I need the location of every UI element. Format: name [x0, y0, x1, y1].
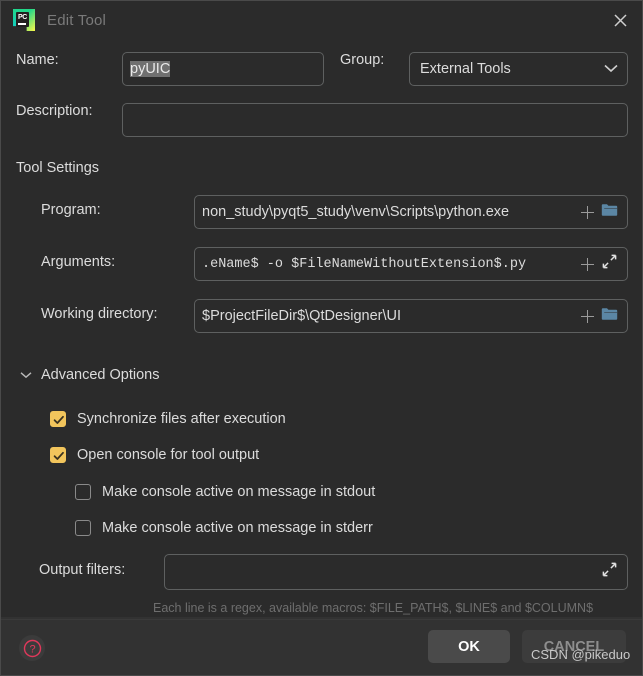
cancel-button[interactable]: CANCEL — [522, 630, 626, 663]
plus-icon — [580, 309, 594, 323]
advanced-options-toggle[interactable]: Advanced Options — [20, 367, 160, 383]
arguments-insert-macro-button[interactable] — [576, 252, 598, 276]
checkbox-indicator-checked — [50, 411, 66, 427]
expand-arrows-icon — [602, 254, 617, 274]
arguments-expand-button[interactable] — [598, 252, 620, 276]
working-directory-browse-button[interactable] — [598, 304, 620, 328]
description-label-wrap: Description: — [16, 103, 93, 119]
working-directory-input-value: $ProjectFileDir$\QtDesigner\UI — [202, 308, 402, 324]
tool-settings-heading: Tool Settings — [16, 160, 100, 176]
working-directory-insert-macro-button[interactable] — [576, 304, 598, 328]
footer-divider — [1, 619, 642, 620]
working-directory-label-wrap: Working directory: — [41, 306, 158, 322]
output-filters-label: Output filters: — [39, 562, 126, 578]
pycharm-icon-label: PC — [18, 14, 27, 21]
description-input[interactable] — [122, 103, 628, 137]
checkbox-open-console-for-tool-output[interactable]: Open console for tool output — [50, 447, 259, 463]
name-label-wrap: Name: — [16, 52, 59, 68]
group-label: Group: — [340, 52, 385, 68]
program-input-value: non_study\pyqt5_study\venv\Scripts\pytho… — [202, 204, 510, 220]
working-directory-label: Working directory: — [41, 306, 158, 322]
group-select-value: External Tools — [420, 61, 511, 77]
checkbox-label: Open console for tool output — [77, 447, 260, 463]
description-label: Description: — [16, 103, 93, 119]
group-label-wrap: Group: — [340, 52, 384, 68]
plus-icon — [580, 257, 594, 271]
folder-icon — [601, 203, 618, 222]
arguments-label-wrap: Arguments: — [41, 254, 115, 270]
chevron-down-icon — [20, 371, 32, 379]
output-filters-label-wrap: Output filters: — [39, 562, 125, 578]
checkbox-label: Synchronize files after execution — [77, 411, 286, 427]
arguments-label: Arguments: — [41, 254, 116, 270]
checkbox-label: Make console active on message in stderr — [102, 520, 373, 536]
dialog-titlebar: PC Edit Tool — [1, 1, 642, 39]
program-input[interactable]: non_study\pyqt5_study\venv\Scripts\pytho… — [194, 195, 628, 229]
svg-text:?: ? — [29, 643, 35, 655]
expand-arrows-icon — [602, 562, 617, 582]
checkbox-indicator-unchecked — [75, 484, 91, 500]
ok-button[interactable]: OK — [428, 630, 510, 663]
program-browse-button[interactable] — [598, 200, 620, 224]
plus-icon — [580, 205, 594, 219]
output-filters-hint: Each line is a regex, available macros: … — [153, 601, 594, 615]
checkbox-indicator-unchecked — [75, 520, 91, 536]
advanced-options-label: Advanced Options — [41, 367, 160, 383]
program-label: Program: — [41, 202, 101, 218]
arguments-input-value: .eName$ -o $FileNameWithoutExtension$.py — [202, 256, 527, 272]
help-question-icon[interactable]: ? — [19, 635, 45, 661]
close-icon[interactable] — [606, 7, 634, 33]
working-directory-input[interactable]: $ProjectFileDir$\QtDesigner\UI — [194, 299, 628, 333]
checkbox-indicator-checked — [50, 447, 66, 463]
group-select[interactable]: External Tools — [409, 52, 628, 86]
checkbox-sync-files-after-execution[interactable]: Synchronize files after execution — [50, 411, 286, 427]
program-label-wrap: Program: — [41, 202, 101, 218]
name-label: Name: — [16, 52, 59, 68]
chevron-down-icon — [604, 60, 618, 78]
output-filters-expand-button[interactable] — [598, 560, 620, 584]
name-input-value: pyUIC — [130, 61, 171, 77]
output-filters-input[interactable] — [164, 554, 628, 590]
arguments-input[interactable]: .eName$ -o $FileNameWithoutExtension$.py — [194, 247, 628, 281]
dialog-title: Edit Tool — [47, 11, 107, 29]
program-insert-macro-button[interactable] — [576, 200, 598, 224]
name-input[interactable]: pyUIC — [122, 52, 324, 86]
checkbox-make-console-active-stderr[interactable]: Make console active on message in stderr — [75, 520, 373, 536]
pycharm-icon: PC — [13, 9, 35, 31]
edit-tool-dialog: PC Edit Tool Name: pyUIC Group: External… — [0, 0, 643, 676]
folder-icon — [601, 307, 618, 326]
checkbox-label: Make console active on message in stdout — [102, 484, 376, 500]
checkbox-make-console-active-stdout[interactable]: Make console active on message in stdout — [75, 484, 375, 500]
